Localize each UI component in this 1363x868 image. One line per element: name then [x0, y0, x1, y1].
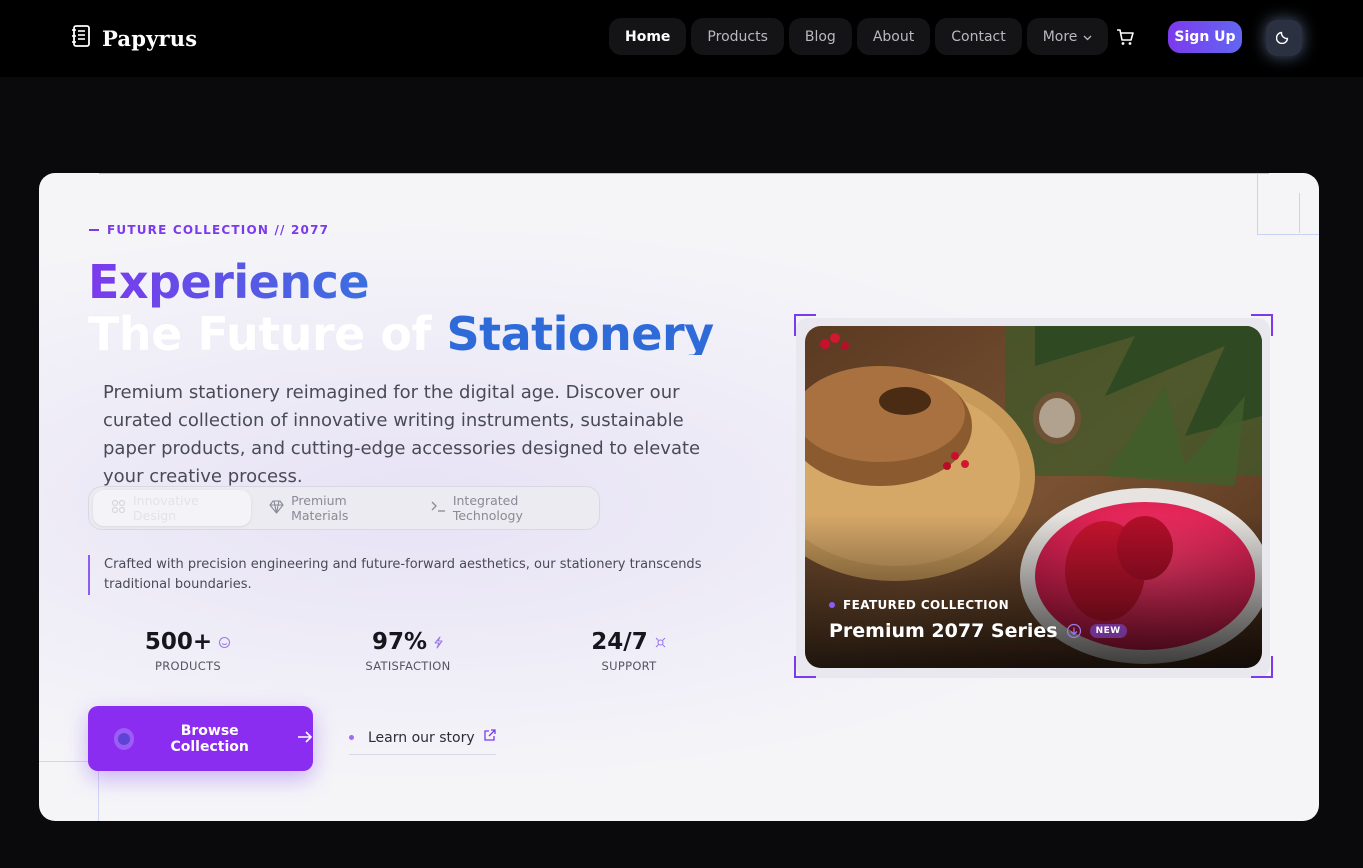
- stat-products: 500+ PRODUCTS: [88, 629, 288, 673]
- hero-headline-line2: The Future of Stationery: [88, 307, 714, 355]
- stat-value-wrap: 500+: [145, 629, 231, 655]
- brand-logo[interactable]: Papyrus: [70, 24, 197, 53]
- tab-integrated-technology[interactable]: Integrated Technology: [413, 490, 595, 526]
- main-nav: Home Products Blog About Contact More: [609, 18, 1109, 55]
- support-icon: [654, 629, 667, 655]
- bullet-dot: [349, 735, 354, 740]
- nav-contact[interactable]: Contact: [935, 18, 1022, 55]
- feature-note: Crafted with precision engineering and f…: [88, 555, 748, 595]
- tab-label: Premium Materials: [291, 493, 349, 523]
- headline-strong-text: Stationery: [446, 307, 714, 355]
- smile-icon: [218, 629, 231, 655]
- sign-up-button[interactable]: Sign Up: [1168, 21, 1242, 53]
- stat-support: 24/7 SUPPORT: [529, 629, 729, 673]
- corner-decoration-bottom: [39, 761, 99, 821]
- stat-value-wrap: 24/7: [591, 629, 666, 655]
- chevron-down-icon: [1083, 29, 1092, 45]
- nav-products[interactable]: Products: [691, 18, 784, 55]
- stat-value: 97%: [371, 629, 428, 655]
- eyebrow-text: FUTURE COLLECTION // 2077: [107, 223, 330, 237]
- hero-description: Premium stationery reimagined for the di…: [103, 382, 701, 487]
- hero-card: FUTURE COLLECTION // 2077 Experience The…: [39, 173, 1319, 821]
- top-navigation: Papyrus Home Products Blog About Contact…: [0, 0, 1363, 77]
- nav-about-label: About: [872, 28, 915, 45]
- brand-name: Papyrus: [102, 26, 198, 51]
- featured-eyebrow: FEATURED COLLECTION: [829, 598, 1127, 612]
- nav-products-label: Products: [707, 28, 768, 45]
- featured-caption: FEATURED COLLECTION Premium 2077 Series …: [829, 598, 1127, 642]
- new-badge: NEW: [1089, 624, 1127, 638]
- cart-icon[interactable]: [1115, 27, 1137, 49]
- nav-blog-label: Blog: [804, 28, 836, 45]
- scroll-hint: Scroll to explore: [991, 643, 1072, 654]
- notebook-icon: [70, 24, 92, 53]
- stat-value: 500+: [144, 629, 213, 655]
- nav-about[interactable]: About: [856, 18, 931, 55]
- hero-headline-line1: Experience: [88, 255, 370, 309]
- stat-label: SUPPORT: [601, 659, 657, 673]
- stat-label: SATISFACTION: [365, 659, 451, 673]
- browse-label: Browse Collection: [170, 722, 249, 755]
- tab-label: Innovative Design: [133, 493, 199, 523]
- stat-satisfaction: 97% SATISFACTION: [308, 629, 508, 673]
- sparkle-icon: [111, 499, 126, 517]
- featured-image[interactable]: FEATURED COLLECTION Premium 2077 Series …: [805, 326, 1262, 668]
- nav-home[interactable]: Home: [609, 18, 687, 55]
- bolt-icon: [433, 629, 444, 655]
- stat-value-wrap: 97%: [372, 629, 444, 655]
- headline-faded-text: The Future of: [88, 307, 447, 355]
- hero-eyebrow: FUTURE COLLECTION // 2077: [89, 223, 329, 237]
- corner-decoration-inner: [1299, 193, 1319, 233]
- purple-dot: [829, 602, 835, 608]
- decorative-line: [99, 173, 1269, 174]
- nav-more-label: More: [1042, 28, 1078, 45]
- nav-contact-label: Contact: [951, 28, 1006, 45]
- arrow-right-icon: [297, 730, 313, 747]
- record-icon: [114, 727, 135, 750]
- feature-tabs: Innovative Design Premium Materials Inte…: [88, 486, 600, 530]
- terminal-icon: [431, 500, 446, 516]
- tab-label: Integrated Technology: [452, 493, 523, 523]
- stat-label: PRODUCTS: [154, 659, 221, 673]
- nav-more-dropdown[interactable]: More: [1026, 18, 1109, 55]
- arrow-down-circle-icon: [1066, 623, 1082, 639]
- stat-value: 24/7: [591, 629, 648, 655]
- learn-label: Learn our story: [368, 729, 475, 746]
- browse-collection-button[interactable]: Browse Collection: [88, 706, 313, 771]
- nav-home-label: Home: [625, 28, 671, 45]
- external-link-icon: [483, 729, 496, 746]
- featured-title: Premium 2077 Series NEW: [829, 620, 1127, 642]
- learn-our-story-link[interactable]: Learn our story: [349, 729, 496, 755]
- stats-row: 500+ PRODUCTS 97% SATISFACTION 24/7 SUPP…: [88, 629, 748, 679]
- featured-title-text: Premium 2077 Series: [829, 620, 1058, 642]
- eyebrow-dash: [89, 229, 99, 231]
- featured-eyebrow-text: FEATURED COLLECTION: [843, 598, 1010, 612]
- diamond-icon: [269, 499, 284, 517]
- tab-premium-materials[interactable]: Premium Materials: [251, 490, 413, 526]
- theme-toggle-button[interactable]: [1266, 20, 1302, 56]
- nav-blog[interactable]: Blog: [788, 18, 852, 55]
- moon-icon: [1275, 28, 1292, 49]
- tab-innovative-design[interactable]: Innovative Design: [93, 490, 252, 526]
